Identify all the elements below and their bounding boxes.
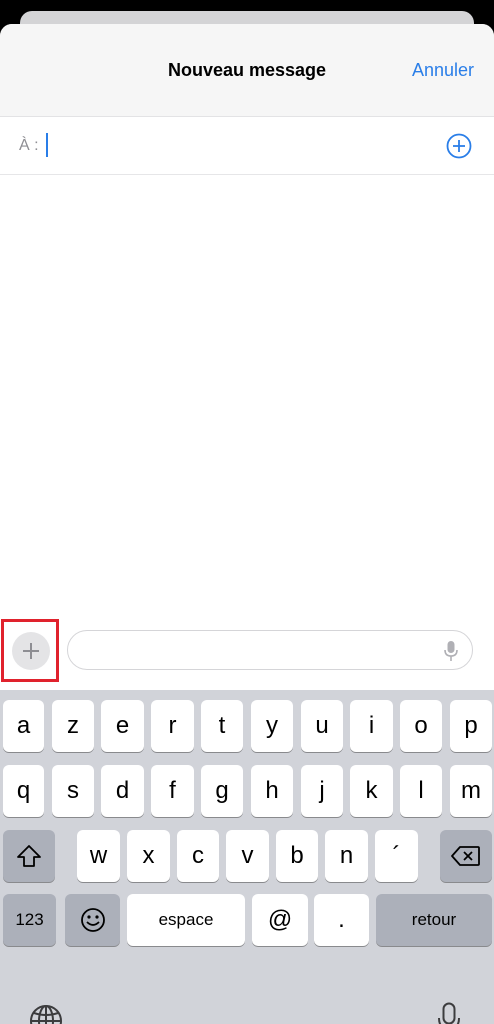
recipient-label: À : xyxy=(19,137,39,154)
key-i[interactable]: i xyxy=(350,700,393,752)
new-message-sheet: Nouveau message Annuler À : a z e r t y … xyxy=(0,24,494,1024)
key-z[interactable]: z xyxy=(52,700,94,752)
key-b[interactable]: b xyxy=(276,830,318,882)
key-h[interactable]: h xyxy=(251,765,293,817)
key-t[interactable]: t xyxy=(201,700,243,752)
key-g[interactable]: g xyxy=(201,765,243,817)
key-q[interactable]: q xyxy=(3,765,44,817)
keyboard: a z e r t y u i o p q s d f g h j k l m … xyxy=(0,690,494,1024)
key-a[interactable]: a xyxy=(3,700,44,752)
key-w[interactable]: w xyxy=(77,830,120,882)
key-v[interactable]: v xyxy=(226,830,269,882)
message-input-bar xyxy=(0,618,494,690)
microphone-icon[interactable] xyxy=(437,1002,461,1024)
return-key[interactable]: retour xyxy=(376,894,492,946)
key-c[interactable]: c xyxy=(177,830,219,882)
backspace-icon xyxy=(451,846,480,866)
dictation-mic-icon[interactable] xyxy=(444,640,458,662)
cancel-button[interactable]: Annuler xyxy=(412,60,474,81)
key-m[interactable]: m xyxy=(450,765,492,817)
key-y[interactable]: y xyxy=(251,700,293,752)
key-f[interactable]: f xyxy=(151,765,194,817)
key-s[interactable]: s xyxy=(52,765,94,817)
header: Nouveau message Annuler xyxy=(0,24,494,117)
emoji-key[interactable] xyxy=(65,894,120,946)
emoji-icon xyxy=(80,908,105,932)
key-o[interactable]: o xyxy=(400,700,442,752)
key-p[interactable]: p xyxy=(450,700,492,752)
delete-key[interactable] xyxy=(440,830,492,882)
message-input[interactable] xyxy=(67,630,473,670)
key-j[interactable]: j xyxy=(301,765,343,817)
numbers-key[interactable]: 123 xyxy=(3,894,56,946)
key-k[interactable]: k xyxy=(350,765,393,817)
at-key[interactable]: @ xyxy=(252,894,308,946)
key-accent[interactable]: ´ xyxy=(375,830,418,882)
period-key[interactable]: . xyxy=(314,894,369,946)
shift-key[interactable] xyxy=(3,830,55,882)
key-u[interactable]: u xyxy=(301,700,343,752)
add-contact-icon[interactable] xyxy=(446,133,472,159)
globe-icon[interactable] xyxy=(29,1004,63,1024)
key-x[interactable]: x xyxy=(127,830,170,882)
highlight-box xyxy=(1,619,59,682)
text-cursor xyxy=(46,133,48,157)
key-r[interactable]: r xyxy=(151,700,194,752)
shift-icon xyxy=(17,845,41,867)
space-key[interactable]: espace xyxy=(127,894,245,946)
recipient-row[interactable]: À : xyxy=(0,117,494,175)
key-e[interactable]: e xyxy=(101,700,144,752)
key-n[interactable]: n xyxy=(325,830,368,882)
key-l[interactable]: l xyxy=(400,765,442,817)
key-d[interactable]: d xyxy=(101,765,144,817)
